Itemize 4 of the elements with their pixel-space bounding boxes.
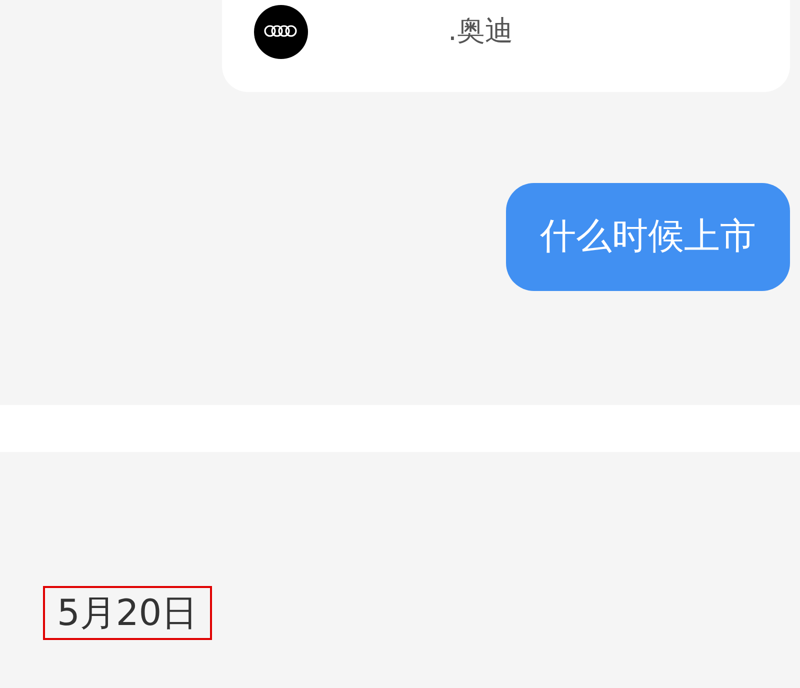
rings-logo-icon (254, 5, 308, 59)
message-bubble: 什么时候上市 (506, 183, 790, 291)
date-text: 5月20日 (43, 586, 212, 640)
brand-name: .奥迪 (448, 13, 513, 49)
